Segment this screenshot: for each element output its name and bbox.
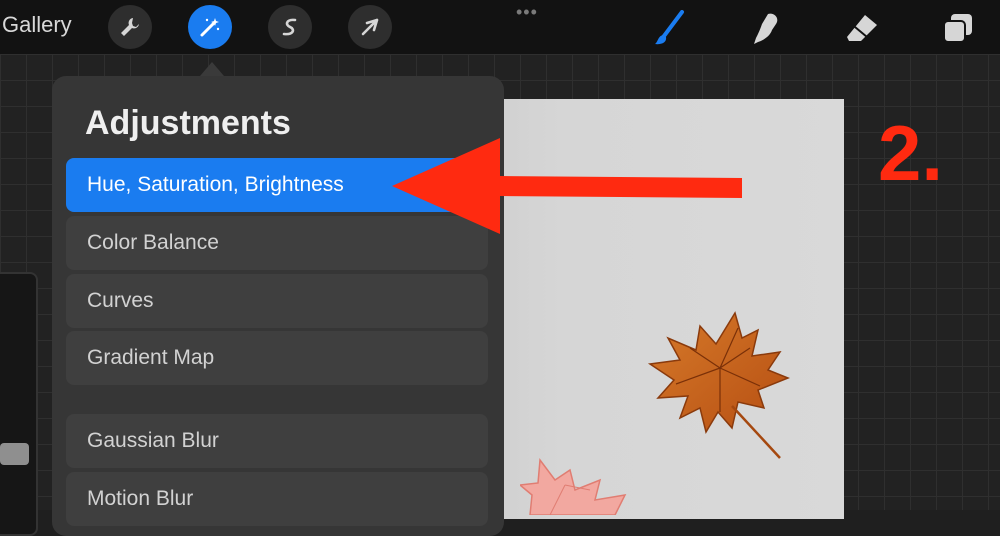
magic-wand-icon	[200, 18, 220, 37]
cursor-arrow-icon	[361, 18, 379, 36]
layers-button[interactable]	[938, 8, 978, 48]
brush-tool-button[interactable]	[650, 8, 690, 48]
eraser-icon	[847, 15, 877, 41]
top-toolbar: Gallery •••	[0, 0, 1000, 54]
menu-item-label: Hue, Saturation, Brightness	[87, 173, 344, 196]
actions-button[interactable]	[108, 5, 152, 49]
popover-pointer	[200, 62, 224, 76]
eraser-tool-button[interactable]	[842, 8, 882, 48]
menu-item-label: Color Balance	[87, 231, 219, 254]
wrench-icon	[121, 18, 139, 36]
opacity-slider-handle[interactable]	[0, 443, 29, 465]
smudge-icon	[754, 13, 778, 44]
annotation-arrow-icon	[392, 138, 742, 234]
selection-button[interactable]	[268, 5, 312, 49]
smudge-tool-button[interactable]	[746, 8, 786, 48]
adjustments-title: Adjustments	[85, 104, 291, 142]
menu-item-label: Gradient Map	[87, 346, 215, 369]
brush-icon	[655, 10, 684, 45]
more-options-handle[interactable]: •••	[516, 2, 538, 23]
menu-item-label: Motion Blur	[87, 487, 194, 510]
pink-leaf-image	[520, 457, 627, 515]
adjustments-button[interactable]	[188, 5, 232, 49]
menu-item-gradient-map[interactable]: Gradient Map	[66, 331, 488, 385]
step-number-label: 2.	[878, 109, 944, 197]
sidebar-panel	[0, 272, 38, 536]
menu-item-curves[interactable]: Curves	[66, 274, 488, 328]
gallery-button[interactable]: Gallery	[2, 12, 72, 38]
menu-item-motion-blur[interactable]: Motion Blur	[66, 472, 488, 526]
layers-icon	[943, 14, 972, 43]
transform-button[interactable]	[348, 5, 392, 49]
menu-item-label: Curves	[87, 289, 154, 312]
s-curve-icon	[282, 18, 297, 36]
menu-item-gaussian-blur[interactable]: Gaussian Blur	[66, 414, 488, 468]
menu-item-label: Gaussian Blur	[87, 429, 219, 452]
maple-leaf-image	[647, 311, 790, 459]
